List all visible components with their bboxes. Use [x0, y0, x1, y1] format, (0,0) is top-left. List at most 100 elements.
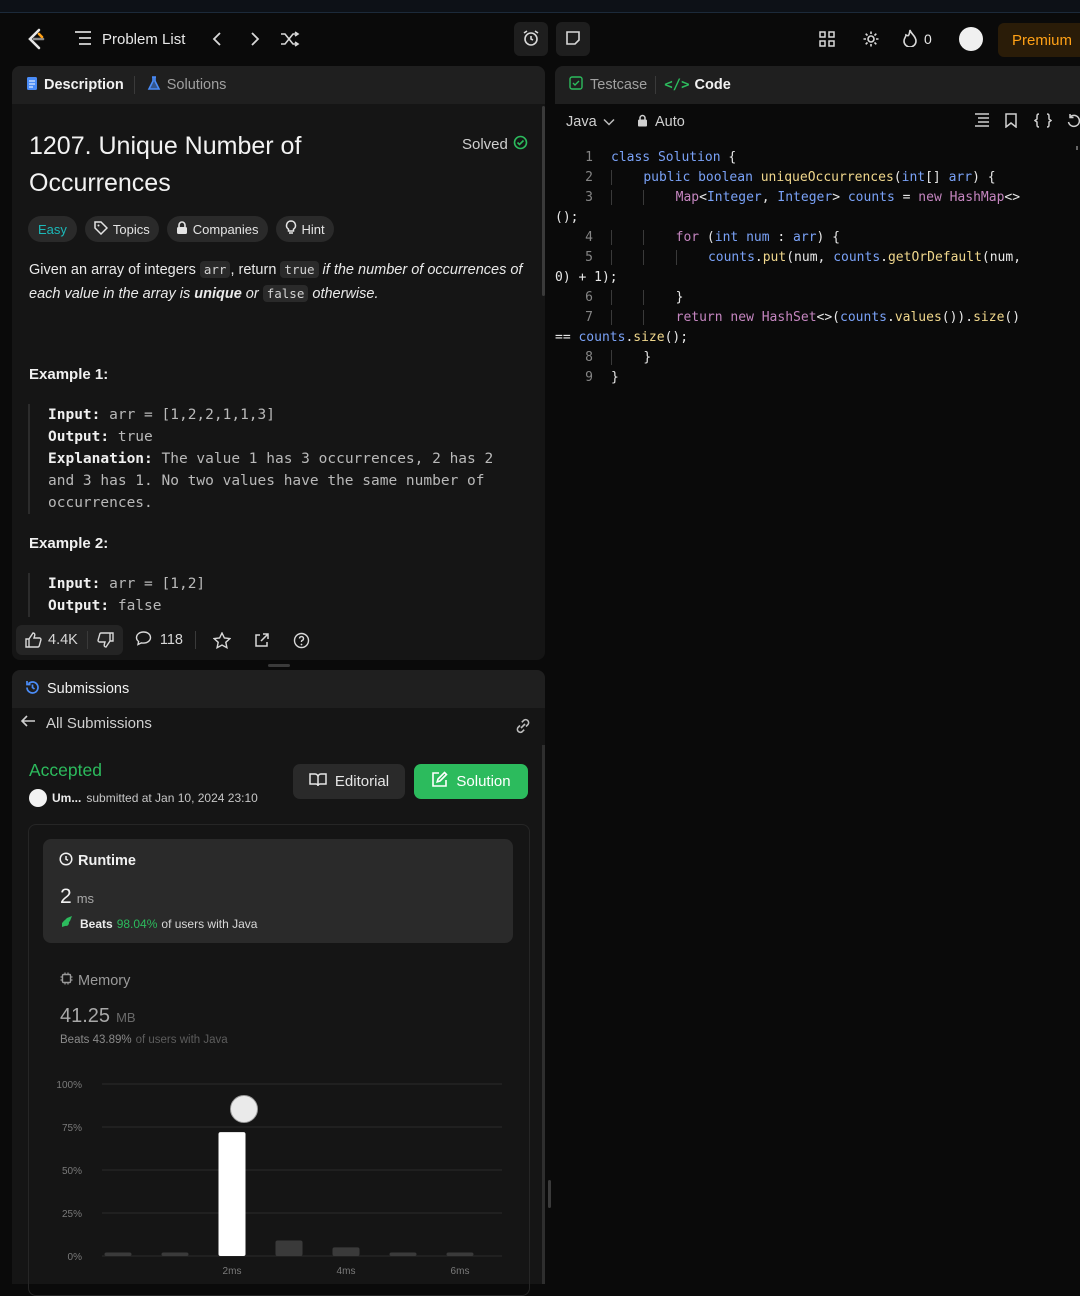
top-nav: Problem List 0 Premium — [0, 14, 1080, 64]
chart-bar[interactable] — [161, 1252, 189, 1256]
check-circle-icon — [513, 135, 528, 154]
vote-group: 4.4K — [16, 625, 123, 655]
runtime-label: Runtime — [78, 853, 136, 869]
comments-button[interactable]: 118 — [135, 630, 183, 650]
dislike-button[interactable] — [88, 625, 123, 655]
streak-counter[interactable]: 0 — [902, 29, 932, 50]
braces-icon[interactable] — [1033, 112, 1053, 132]
desc-emphasis: unique — [194, 286, 242, 302]
tab-solutions[interactable]: Solutions — [147, 75, 226, 95]
line-number: 9 — [585, 370, 593, 385]
settings-gear-icon[interactable] — [857, 25, 885, 53]
runtime-beats: Beats 98.04% of users with Java — [60, 915, 257, 932]
desc-text: or — [241, 286, 263, 302]
code-line: 7 return new HashSet<>(counts.values()).… — [555, 308, 1080, 328]
difficulty-badge: Easy — [28, 216, 77, 242]
editorial-button[interactable]: Editorial — [293, 764, 405, 799]
history-icon — [24, 679, 41, 700]
memory-header[interactable]: Memory — [60, 972, 130, 989]
output-label: Output: — [48, 429, 110, 445]
chart-bar[interactable] — [389, 1252, 417, 1256]
leetcode-logo-icon[interactable] — [22, 25, 50, 53]
all-submissions-label: All Submissions — [46, 714, 152, 732]
submissions-scrollbar[interactable] — [542, 745, 545, 1284]
lightbulb-icon — [285, 220, 297, 238]
user-avatar[interactable] — [959, 27, 983, 51]
input-value: arr = [1,2] — [109, 576, 206, 592]
comment-count: 118 — [159, 632, 183, 648]
tag-icon — [94, 220, 108, 238]
favorite-star-icon[interactable] — [208, 626, 236, 654]
chart-bar[interactable] — [446, 1252, 474, 1256]
line-number: 6 — [585, 290, 593, 305]
format-code-icon[interactable] — [974, 113, 990, 131]
line-number: 7 — [585, 310, 593, 325]
tab-testcase[interactable]: Testcase — [569, 76, 647, 94]
panel-resize-handle[interactable] — [268, 664, 290, 667]
submitter-name[interactable]: Um... — [52, 791, 81, 805]
hint-chip[interactable]: Hint — [275, 216, 334, 242]
runtime-value: 2 — [60, 885, 72, 908]
document-icon — [26, 76, 38, 95]
memory-beats: Beats 43.89% of users with Java — [60, 1034, 228, 1046]
problem-list-button[interactable]: Problem List — [74, 30, 185, 49]
beats-percent: 98.04% — [116, 916, 158, 931]
notes-button[interactable] — [556, 22, 590, 56]
prev-problem-icon[interactable] — [203, 25, 231, 53]
y-tick-label: 0% — [68, 1252, 83, 1263]
help-circle-icon[interactable] — [288, 626, 316, 654]
bookmark-icon[interactable] — [1005, 112, 1017, 132]
next-problem-icon[interactable] — [241, 25, 269, 53]
problem-description: Given an array of integers arr, return t… — [29, 258, 534, 306]
runtime-distribution-chart[interactable]: 100% 75% 50% 25% 0% 2ms 4ms 6ms — [40, 1070, 520, 1284]
chart-bar-highlight[interactable] — [218, 1132, 246, 1256]
layout-grid-icon[interactable] — [813, 25, 841, 53]
runtime-card[interactable]: Runtime 2 ms Beats 98.04% of users with … — [43, 839, 513, 943]
topics-chip[interactable]: Topics — [84, 216, 159, 242]
chart-bar[interactable] — [275, 1240, 303, 1256]
tab-description[interactable]: Description — [26, 76, 124, 95]
thumbs-down-icon — [97, 625, 114, 655]
hint-label: Hint — [301, 221, 325, 237]
description-scrollbar[interactable] — [542, 106, 545, 296]
clock-icon — [59, 852, 73, 870]
code-brackets-icon: </> — [664, 77, 690, 93]
problem-actions-bar: 4.4K 118 — [16, 625, 316, 655]
shuffle-icon[interactable] — [276, 25, 304, 53]
desc-text: otherwise. — [308, 286, 379, 302]
x-tick-label: 4ms — [337, 1266, 356, 1277]
edit-note-icon — [431, 771, 449, 792]
window-top-strip — [0, 0, 1080, 13]
companies-chip[interactable]: Companies — [166, 216, 268, 242]
premium-button[interactable]: Premium — [998, 23, 1080, 57]
topics-label: Topics — [112, 221, 150, 237]
flask-icon — [147, 75, 161, 95]
all-submissions-link[interactable]: All Submissions — [20, 714, 152, 732]
tab-code[interactable]: </> Code — [664, 77, 731, 93]
autocomplete-mode[interactable]: Auto — [637, 114, 685, 131]
solution-button[interactable]: Solution — [414, 764, 528, 799]
chart-bar[interactable] — [332, 1247, 360, 1256]
language-select[interactable]: Java — [566, 114, 615, 130]
desc-text: , return — [230, 262, 281, 278]
copy-link-icon[interactable] — [513, 716, 533, 739]
memory-value-row: 41.25 MB — [60, 1005, 136, 1028]
code-editor[interactable]: 1 class Solution { 2 public boolean uniqu… — [555, 148, 1080, 388]
alarm-clock-icon — [522, 29, 540, 50]
user-marker-avatar — [230, 1095, 258, 1123]
vertical-resize-handle[interactable] — [548, 1180, 551, 1208]
share-external-icon[interactable] — [248, 626, 276, 654]
chart-bar[interactable] — [104, 1252, 132, 1256]
editor-toolbar: Java Auto — [555, 104, 1080, 140]
code-line: == counts.size(); — [555, 328, 1080, 348]
like-button[interactable]: 4.4K — [16, 625, 87, 655]
reset-code-icon[interactable] — [1067, 113, 1080, 132]
x-tick-label: 2ms — [223, 1266, 242, 1277]
fire-icon — [902, 29, 918, 50]
runtime-header: Runtime — [59, 852, 136, 870]
submissions-header[interactable]: Submissions — [12, 670, 545, 708]
submitted-time: submitted at Jan 10, 2024 23:10 — [86, 791, 258, 805]
memory-beats-suffix: of users with Java — [135, 1034, 228, 1046]
desc-code: true — [280, 261, 319, 278]
timer-button[interactable] — [514, 22, 548, 56]
